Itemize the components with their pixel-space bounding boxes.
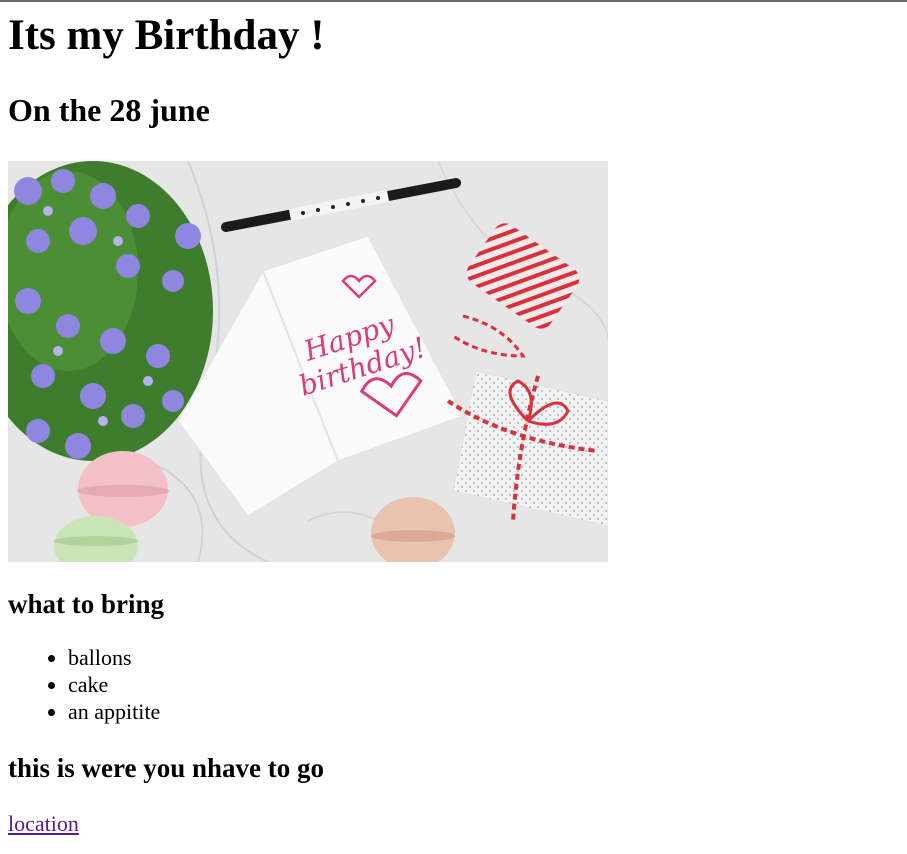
date-heading: On the 28 june: [8, 92, 210, 128]
page-title: Its my Birthday !: [8, 12, 325, 59]
location-heading: this is were you nhave to go: [8, 753, 325, 783]
page-content: Its my Birthday ! On the 28 june Happy b…: [0, 12, 907, 837]
list-item: an appitite: [68, 698, 899, 725]
list-item: cake: [68, 671, 899, 698]
bring-heading: what to bring: [8, 589, 165, 619]
bring-list: ballons cake an appitite: [8, 644, 899, 725]
location-link[interactable]: location: [8, 811, 899, 837]
birthday-photo: Happy birthday!: [8, 161, 608, 562]
list-item: ballons: [68, 644, 899, 671]
